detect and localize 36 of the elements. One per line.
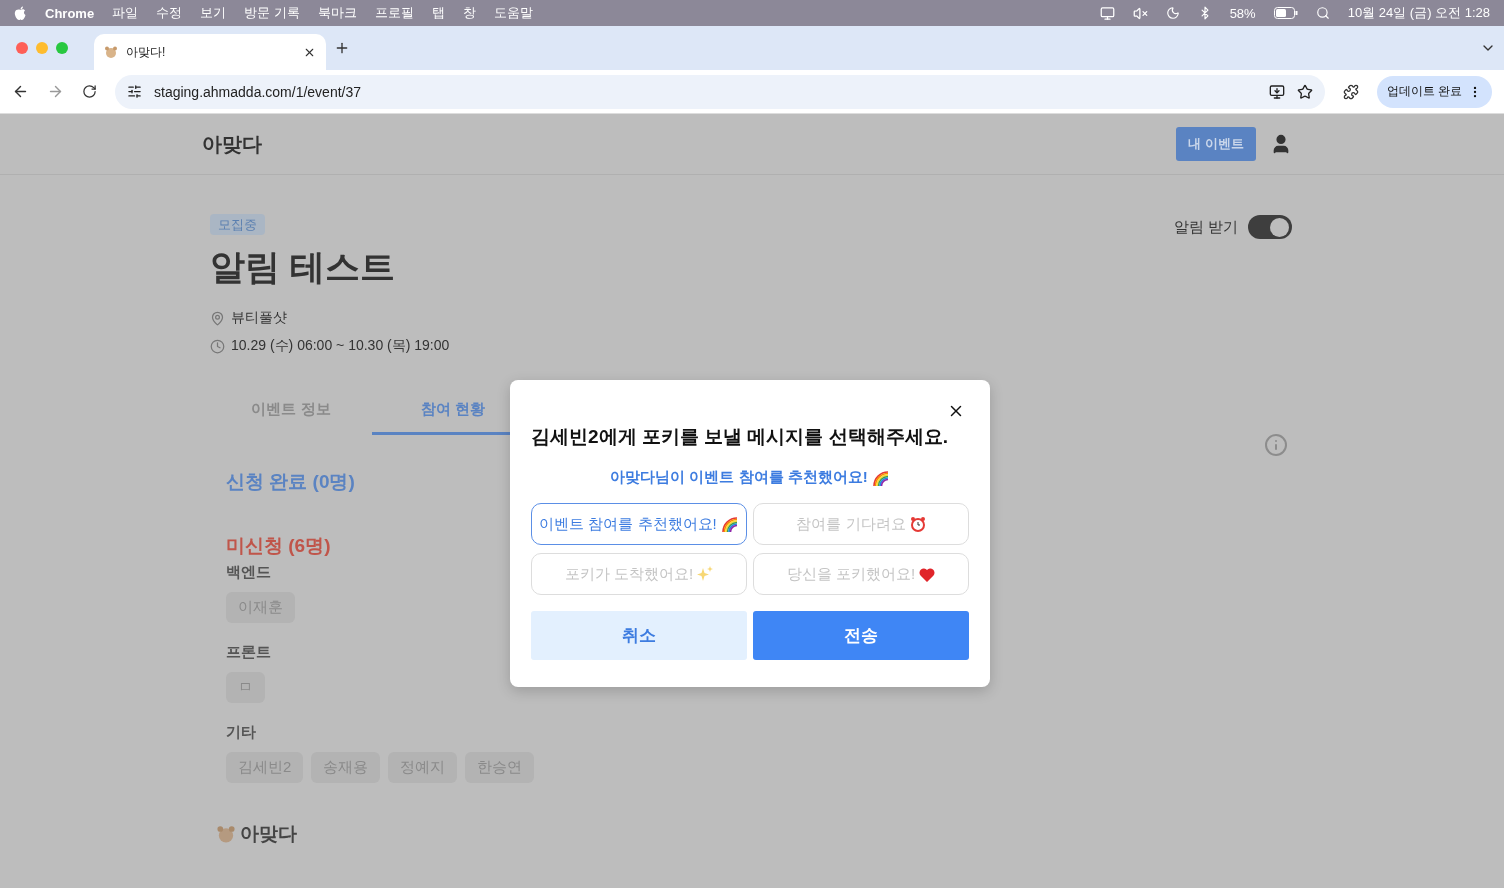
- applied-heading: 신청 완료 (0명): [226, 470, 356, 494]
- menu-item[interactable]: 탭: [431, 4, 445, 22]
- message-option[interactable]: 당신을 포키했어요!: [753, 553, 969, 595]
- menu-item[interactable]: 프로필: [374, 4, 414, 22]
- browser-tab[interactable]: 아맞다!: [94, 34, 326, 70]
- menu-clock: 10월 24일 (금) 오전 1:28: [1347, 4, 1490, 22]
- message-option[interactable]: 포키가 도착했어요!: [531, 553, 747, 595]
- status-badge: 모집중: [210, 214, 265, 235]
- message-option[interactable]: 이벤트 참여를 추천했어요!: [531, 503, 747, 545]
- menu-item[interactable]: 수정: [156, 4, 183, 22]
- group-name: 백엔드: [226, 563, 272, 582]
- site-logo[interactable]: 아맞다: [202, 130, 1163, 158]
- menu-item[interactable]: 도움말: [493, 4, 533, 22]
- group-name: 기타: [226, 723, 257, 742]
- message-preview: 아맞다님이 이벤트 참여를 추천했어요!: [610, 468, 868, 487]
- send-button[interactable]: 전송: [753, 611, 969, 660]
- event-title: 알림 테스트: [210, 246, 396, 288]
- notify-label: 알림 받기: [1173, 217, 1238, 237]
- my-events-button[interactable]: 내 이벤트: [1176, 127, 1256, 161]
- message-option[interactable]: 참여를 기다려요: [753, 503, 969, 545]
- menu-app-name[interactable]: Chrome: [45, 5, 95, 21]
- menu-item[interactable]: 파일: [112, 4, 139, 22]
- menu-item[interactable]: 북마크: [317, 4, 357, 22]
- dialog-title: 김세빈2에게 포키를 보낼 메시지를 선택해주세요.: [531, 425, 949, 449]
- event-location: 뷰티풀샷: [231, 309, 287, 327]
- not-applied-heading: 미신청 (6명): [226, 534, 332, 558]
- cancel-button[interactable]: 취소: [531, 611, 747, 660]
- menu-item[interactable]: 창: [462, 4, 476, 22]
- event-datetime: 10.29 (수) 06:00 ~ 10.30 (목) 19:00: [231, 337, 450, 355]
- footer-logo: 아맞다: [240, 822, 297, 846]
- group-name: 프론트: [226, 643, 272, 662]
- menu-item[interactable]: 보기: [200, 4, 227, 22]
- address-bar[interactable]: staging.ahmadda.com/1/event/37: [115, 74, 1325, 109]
- menu-item[interactable]: 방문 기록: [244, 4, 300, 22]
- battery-percent: 58%: [1229, 5, 1256, 21]
- update-button[interactable]: 업데이트 완료: [1376, 75, 1492, 108]
